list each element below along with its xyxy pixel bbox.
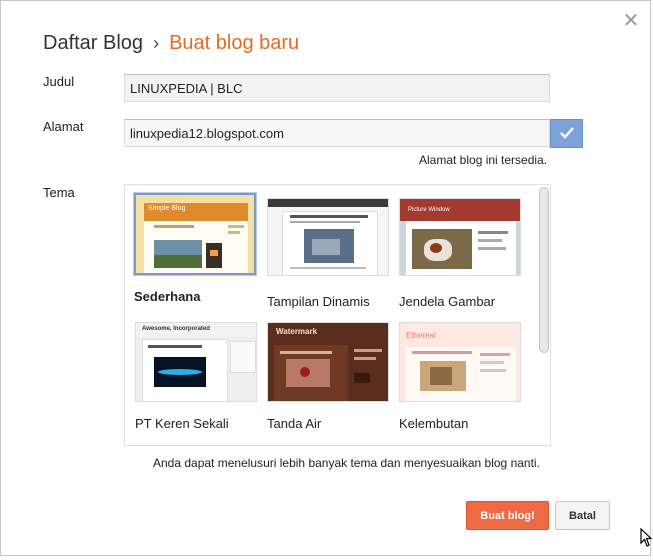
thumb-title: Picture Window	[408, 207, 450, 213]
cancel-button[interactable]: Batal	[555, 501, 610, 530]
theme-option-watermark[interactable]: Watermark Tanda Air	[267, 322, 392, 431]
address-input[interactable]	[124, 119, 550, 147]
theme-name: Tanda Air	[267, 416, 322, 431]
theme-thumbnail: Picture Window	[399, 198, 521, 276]
thumb-title: Watermark	[276, 327, 318, 336]
theme-option-ethereal[interactable]: Ethereal Kelembutan	[399, 322, 524, 431]
theme-scrollbar[interactable]	[539, 187, 549, 353]
theme-hint-text: Anda dapat menelusuri lebih banyak tema …	[153, 456, 540, 470]
theme-label: Tema	[43, 185, 75, 200]
theme-name: Jendela Gambar	[399, 294, 496, 309]
theme-thumbnail: Awesome, Incorporated	[135, 322, 257, 402]
breadcrumb-blog-list[interactable]: Daftar Blog	[43, 32, 143, 54]
thumb-title: Simple Blog	[148, 205, 186, 212]
address-label: Alamat	[43, 119, 84, 134]
theme-name: PT Keren Sekali	[135, 416, 229, 431]
breadcrumb-separator-icon: ›	[153, 33, 160, 53]
address-available-check	[550, 119, 583, 148]
theme-name: Tampilan Dinamis	[267, 294, 370, 309]
theme-option-simple[interactable]: Simple Blog Sederhana	[133, 192, 259, 304]
theme-name: Kelembutan	[399, 416, 469, 431]
thumb-title: Ethereal	[406, 331, 436, 340]
theme-thumbnail: Ethereal	[399, 322, 521, 402]
theme-option-awesome-inc[interactable]: Awesome, Incorporated PT Keren Sekali	[135, 322, 260, 431]
create-blog-dialog: ✕ Daftar Blog › Buat blog baru Judul Alama…	[0, 0, 651, 556]
check-icon	[560, 127, 574, 139]
page-title: Buat blog baru	[169, 32, 300, 54]
title-label: Judul	[43, 74, 75, 89]
dialog-title: Daftar Blog › Buat blog baru	[43, 32, 299, 55]
theme-thumbnail: Watermark	[267, 322, 389, 402]
theme-name: Sederhana	[134, 289, 201, 304]
address-status-text: Alamat blog ini tersedia.	[419, 153, 548, 167]
thumb-title: Awesome, Incorporated	[142, 326, 210, 332]
title-input[interactable]	[124, 74, 550, 102]
theme-thumbnail: Simple Blog	[133, 192, 257, 276]
theme-option-picture-window[interactable]: Picture Window Jendela Gambar	[399, 198, 524, 309]
close-icon[interactable]: ✕	[621, 11, 641, 31]
theme-thumbnail	[267, 198, 389, 276]
theme-picker[interactable]: Simple Blog Sederhana Tampilan Dinamis P…	[124, 184, 551, 446]
theme-option-dynamic-views[interactable]: Tampilan Dinamis	[267, 198, 392, 309]
create-blog-button[interactable]: Buat blog!	[466, 501, 549, 530]
mouse-cursor-icon	[640, 528, 652, 547]
